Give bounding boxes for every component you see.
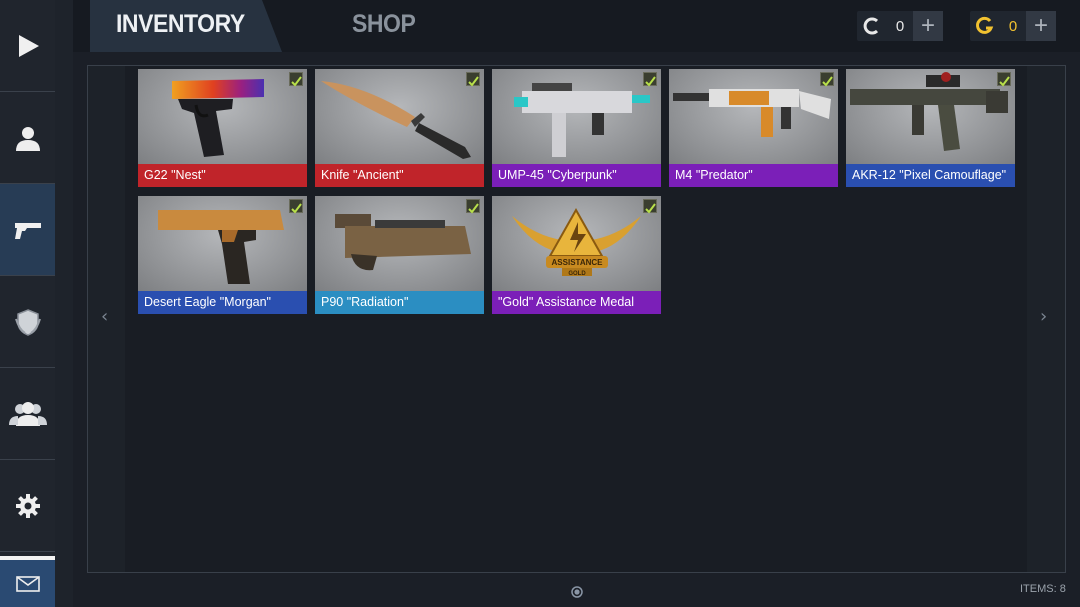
equipped-checkbox[interactable] [643, 199, 657, 214]
sidebar-item-clan[interactable] [0, 276, 55, 368]
item-card-knife-ancient[interactable]: Knife "Ancient" [315, 69, 484, 187]
equipped-checkbox[interactable] [997, 72, 1011, 87]
credits-icon [857, 11, 887, 41]
clan-shield-icon [14, 308, 41, 336]
item-card-g22-nest[interactable]: G22 "Nest" [138, 69, 307, 187]
item-name: "Gold" Assistance Medal [492, 291, 661, 314]
item-card-m4-predator[interactable]: M4 "Predator" [669, 69, 838, 187]
sidebar-divider [55, 0, 73, 607]
sidebar-item-mail[interactable] [0, 556, 55, 607]
sidebar [0, 0, 56, 607]
item-card-ump45-cyberpunk[interactable]: UMP-45 "Cyberpunk" [492, 69, 661, 187]
friends-icon [8, 401, 47, 426]
pistol-image [172, 79, 264, 157]
equipped-checkbox[interactable] [820, 72, 834, 87]
items-count: ITEMS: 8 [1020, 583, 1066, 595]
item-card-gold-assistance-medal[interactable]: ASSISTANCE GOLD "Gold" Assistance Medal [492, 196, 661, 314]
item-name: G22 "Nest" [138, 164, 307, 187]
credits-balance: 0 + [857, 11, 943, 41]
item-card-desert-eagle-morgan[interactable]: Desert Eagle "Morgan" [138, 196, 307, 314]
rifle-image [850, 72, 1008, 151]
equipped-checkbox[interactable] [289, 72, 303, 87]
profile-icon [15, 126, 40, 151]
sidebar-item-profile[interactable] [0, 92, 55, 184]
tab-inventory[interactable]: INVENTORY [116, 10, 245, 39]
equipped-checkbox[interactable] [466, 72, 480, 87]
gold-icon [970, 11, 1000, 41]
page-indicator-dot [571, 583, 583, 602]
item-name: Knife "Ancient" [315, 164, 484, 187]
item-name: Desert Eagle "Morgan" [138, 291, 307, 314]
add-credits-button[interactable]: + [913, 11, 943, 41]
medal-image: ASSISTANCE GOLD [512, 207, 641, 277]
medal-subtext: GOLD [568, 271, 586, 277]
equipped-checkbox[interactable] [643, 72, 657, 87]
mail-icon [15, 575, 40, 592]
item-name: M4 "Predator" [669, 164, 838, 187]
equipped-checkbox[interactable] [289, 199, 303, 214]
tab-shop[interactable]: SHOP [352, 10, 416, 39]
prev-page-button[interactable]: ‹ [101, 306, 108, 327]
sidebar-item-settings[interactable] [0, 460, 55, 552]
sidebar-item-weapons[interactable] [0, 184, 55, 276]
play-icon [18, 34, 39, 57]
sidebar-item-play[interactable] [0, 0, 55, 92]
item-name: UMP-45 "Cyberpunk" [492, 164, 661, 187]
equipped-checkbox[interactable] [466, 199, 480, 214]
knife-image [321, 81, 471, 159]
item-card-akr12-pixel-camouflage[interactable]: AKR-12 "Pixel Camouflage" [846, 69, 1015, 187]
settings-icon [15, 493, 40, 518]
pistol-image [158, 210, 284, 284]
smg-image [335, 214, 471, 271]
item-name: P90 "Radiation" [315, 291, 484, 314]
item-card-p90-radiation[interactable]: P90 "Radiation" [315, 196, 484, 314]
add-gold-button[interactable]: + [1026, 11, 1056, 41]
credits-value: 0 [895, 17, 905, 35]
gold-value: 0 [1008, 17, 1018, 35]
rifle-image [673, 89, 831, 137]
weapons-icon [14, 222, 41, 239]
next-page-button[interactable]: › [1040, 306, 1047, 327]
smg-image [514, 83, 650, 157]
item-name: AKR-12 "Pixel Camouflage" [846, 164, 1015, 187]
gold-balance: 0 + [970, 11, 1056, 41]
medal-text: ASSISTANCE [552, 258, 604, 267]
sidebar-item-friends[interactable] [0, 368, 55, 460]
